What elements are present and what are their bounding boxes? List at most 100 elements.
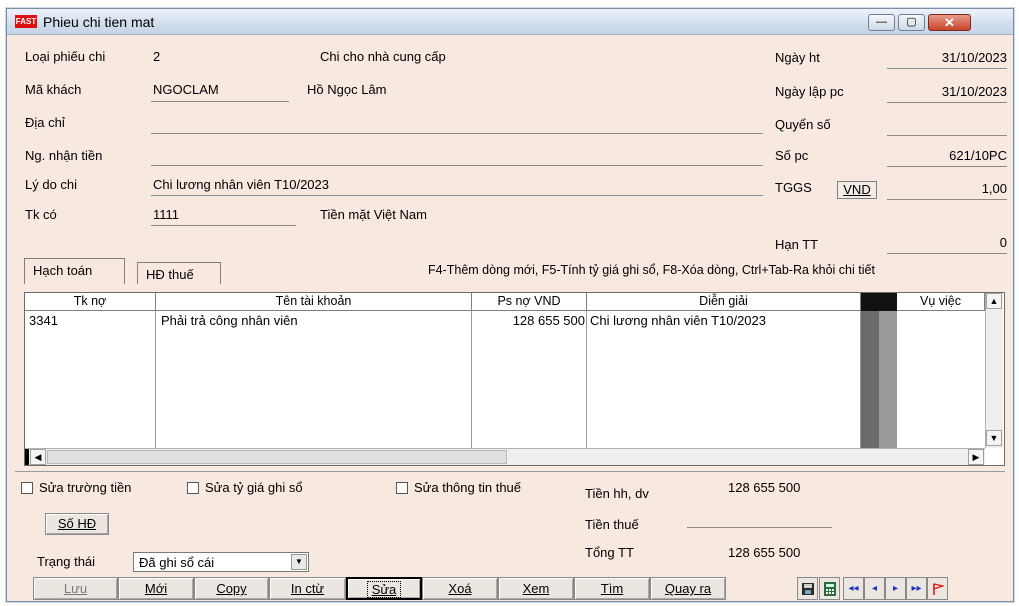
horizontal-scrollbar[interactable]: ◀ ▶ [25,448,985,465]
luu-button[interactable]: Lưu [33,577,118,600]
row-marker [25,449,29,465]
last-record-icon[interactable]: ▸▸ [906,577,927,600]
tien-hh-value: 128 655 500 [728,480,801,495]
hidden-col-a [861,311,879,449]
table-row-ten-tk[interactable]: Phải trả công nhân viên [161,313,298,328]
xoa-button[interactable]: Xoá [422,577,498,600]
copy-label: Copy [216,581,247,596]
quay-ra-label: Quay ra [664,581,712,596]
minimize-button[interactable]: — [868,14,895,31]
ngay-ht-field[interactable]: 31/10/2023 [887,50,1007,65]
table-row-ps-no[interactable]: 128 655 500 [472,313,585,328]
next-record-icon[interactable]: ▸ [885,577,906,600]
ma-khach-name: Hồ Ngọc Lâm [307,82,387,97]
tien-thue-label: Tiền thuế [585,517,639,532]
trang-thai-select[interactable]: Đã ghi sổ cái ▼ [133,552,309,572]
hidden-col-header [861,293,897,311]
so-hd-button[interactable]: Số HĐ [45,513,109,535]
ly-do-chi-field[interactable]: Chi lương nhân viên T10/2023 [153,177,329,192]
ngay-lap-pc-field[interactable]: 31/10/2023 [887,84,1007,99]
sua-truong-tien-checkbox[interactable]: Sửa trường tiền [21,480,131,495]
save-doc-icon[interactable] [797,577,818,600]
han-tt-label: Hạn TT [775,237,819,252]
sua-thong-tin-thue-checkbox[interactable]: Sửa thông tin thuế [396,480,521,495]
prev-record-icon[interactable]: ◂ [864,577,885,600]
han-tt-underline [887,253,1007,254]
scroll-up-icon[interactable]: ▲ [986,293,1002,309]
col-tk-no [25,311,156,465]
tggs-label: TGGS [775,180,812,195]
flag-icon[interactable] [927,577,948,600]
chevron-down-icon[interactable]: ▼ [291,554,307,570]
tim-button[interactable]: Tìm [574,577,650,600]
tggs-field[interactable]: 1,00 [887,181,1007,196]
checkbox-box [21,481,33,494]
maximize-button[interactable]: ▢ [898,14,925,31]
quyen-so-label: Quyển số [775,117,831,132]
tab-hach-toan[interactable]: Hạch toán [24,258,125,284]
table-row-tk-no[interactable]: 3341 [29,313,58,328]
ma-khach-field[interactable]: NGOCLAM [153,82,219,97]
scroll-thumb[interactable] [47,450,507,464]
dia-chi-field[interactable] [151,133,763,134]
currency-button[interactable]: VND [837,181,877,199]
ngay-ht-underline [887,68,1007,69]
tk-co-underline [151,225,296,226]
col-vu-viec-header[interactable]: Vụ việc [897,293,985,311]
trang-thai-value: Đã ghi sổ cái [139,555,215,570]
loai-phieu-desc: Chi cho nhà cung cấp [320,49,446,64]
tim-label: Tìm [600,581,624,596]
ly-do-chi-label: Lý do chi [25,177,78,192]
col-ps-no [472,311,587,465]
in-ctu-button[interactable]: In ctừ [269,577,346,600]
tk-co-name: Tiền mặt Việt Nam [320,207,427,222]
vertical-scrollbar[interactable]: ▲ ▼ [985,293,1003,448]
so-pc-field[interactable]: 621/10PC [887,148,1007,163]
scroll-right-icon[interactable]: ▶ [968,449,984,465]
tien-thue-field[interactable] [687,527,832,528]
checkbox-label: Sửa thông tin thuế [414,480,522,495]
col-ten-tk [156,311,472,465]
sua-button[interactable]: Sửa [346,577,422,600]
tggs-underline [887,199,1007,200]
calculator-svg [823,582,836,596]
close-button[interactable]: ✕ [928,14,971,31]
tk-co-field[interactable]: 1111 [153,207,179,222]
sua-ty-gia-checkbox[interactable]: Sửa tỷ giá ghi sổ [187,480,303,495]
so-pc-label: Số pc [775,148,809,163]
so-pc-underline [887,166,1007,167]
ng-nhan-tien-label: Ng. nhận tiền [25,148,103,163]
xem-button[interactable]: Xem [498,577,574,600]
ng-nhan-tien-field[interactable] [151,165,763,166]
col-ps-no-header[interactable]: Ps nợ VND [472,293,587,311]
scroll-left-icon[interactable]: ◀ [30,449,46,465]
col-dien-giai-header[interactable]: Diễn giải [587,293,861,311]
ngay-lap-pc-underline [887,102,1007,103]
moi-button[interactable]: Mới [118,577,194,600]
ngay-ht-label: Ngày ht [775,50,820,65]
tab-hd-thue[interactable]: HĐ thuế [137,262,221,284]
title-bar[interactable]: FAST Phieu chi tien mat — ▢ ✕ [7,9,1013,35]
quay-ra-button[interactable]: Quay ra [650,577,726,600]
trang-thai-label: Trạng thái [37,554,96,569]
quyen-so-field[interactable] [887,135,1007,136]
calculator-icon[interactable] [819,577,840,600]
col-dien-giai [587,311,861,465]
loai-phieu-field[interactable]: 2 [153,49,160,64]
flag-svg [932,583,945,595]
ma-khach-underline [151,101,289,102]
copy-button[interactable]: Copy [194,577,269,600]
save-doc-svg [801,583,814,595]
window-title: Phieu chi tien mat [43,14,155,30]
ly-do-chi-underline [151,195,763,196]
ngay-lap-pc-label: Ngày lập pc [775,84,844,99]
scroll-down-icon[interactable]: ▼ [986,430,1002,446]
ma-khach-label: Mã khách [25,82,82,97]
checkbox-label: Sửa tỷ giá ghi sổ [205,480,303,495]
table-row-dien-giai[interactable]: Chi lương nhân viên T10/2023 [590,313,766,328]
col-ten-tk-header[interactable]: Tên tài khoản [156,293,472,311]
han-tt-field[interactable]: 0 [887,235,1007,250]
col-tk-no-header[interactable]: Tk nợ [25,293,156,311]
accounting-grid[interactable]: Tk nợ Tên tài khoản Ps nợ VND Diễn giải … [24,292,1005,466]
first-record-icon[interactable]: ◂◂ [843,577,864,600]
